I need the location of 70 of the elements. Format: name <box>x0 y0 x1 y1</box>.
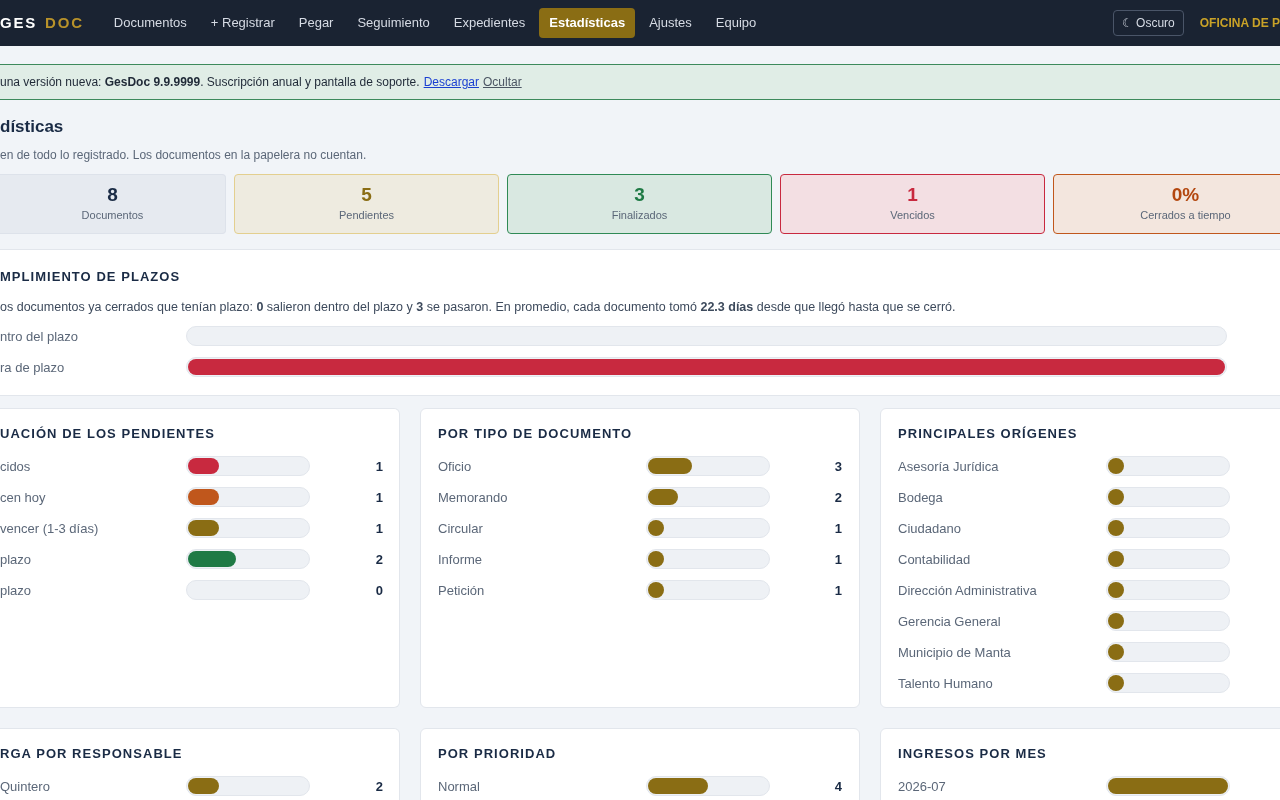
compliance-text: os documentos ya cerrados que tenían plazo: 0 salieron dentro del plazo y 3 se pasaron. En promedio, cada documento tomó 22.3 días desde que llegó hasta que se cerró. <box>0 299 957 316</box>
row-count: 1 <box>375 490 383 506</box>
download-link[interactable]: Descargar <box>423 73 479 91</box>
stat-label: Vencidos <box>890 208 935 224</box>
page-title: dísticas <box>0 116 65 138</box>
row-count: 2 <box>375 552 383 568</box>
row-count: 2 <box>834 490 842 506</box>
row-label: plazo <box>0 581 33 600</box>
row-label: Circular <box>438 519 484 538</box>
card-heading: INGRESOS POR MES <box>898 744 1048 763</box>
card-heading: POR TIPO DE DOCUMENTO <box>438 424 634 443</box>
card-heading: UACIÓN DE LOS PENDIENTES <box>0 424 216 443</box>
row-label: Gerencia General <box>898 612 1002 631</box>
stat-value: 0% <box>1171 183 1200 208</box>
nav-tab[interactable]: Expedientes <box>443 8 536 38</box>
row-count: 1 <box>375 521 383 537</box>
card-heading: POR PRIORIDAD <box>438 744 558 763</box>
row-label: Municipio de Manta <box>898 643 1012 662</box>
row-label: Talento Humano <box>898 674 994 693</box>
row-count: 1 <box>834 583 842 599</box>
row-label: Normal <box>438 777 481 796</box>
stat-label: Pendientes <box>338 208 394 224</box>
nav-tab[interactable]: + Registrar <box>200 8 285 38</box>
row-label: 2026-07 <box>898 777 947 796</box>
row-label: Quintero <box>0 777 51 796</box>
nav-tab[interactable]: Ajustes <box>639 8 702 38</box>
nav-tab[interactable]: Estadísticas <box>539 8 636 38</box>
nav-tab[interactable]: Seguimiento <box>347 8 440 38</box>
row-count: 1 <box>834 521 842 537</box>
office-name: OFICINA DE P <box>1199 15 1280 32</box>
row-label: cen hoy <box>0 488 47 507</box>
card-heading: PRINCIPALES ORÍGENES <box>898 424 1079 443</box>
row-label: plazo <box>0 550 33 569</box>
row-label: Ciudadano <box>898 519 962 538</box>
row-label: Memorando <box>438 488 509 507</box>
nav-tab[interactable]: Pegar <box>288 8 344 38</box>
row-label: Oficio <box>438 457 473 476</box>
row-label: vencer (1-3 días) <box>0 519 100 538</box>
nav-tab[interactable]: Equipo <box>705 8 767 38</box>
row-label: ntro del plazo <box>0 327 80 346</box>
stat-value: 8 <box>107 183 118 208</box>
row-label: Dirección Administrativa <box>898 581 1038 600</box>
hide-link[interactable]: Ocultar <box>483 73 522 91</box>
row-count: 1 <box>375 459 383 475</box>
row-count: 1 <box>834 552 842 568</box>
logo-text: DOC <box>45 12 84 33</box>
row-label: Asesoría Jurídica <box>898 457 1000 476</box>
section-heading: MPLIMIENTO DE PLAZOS <box>0 267 182 286</box>
row-label: Bodega <box>898 488 944 507</box>
theme-button[interactable]: ☾ Oscuro <box>1112 10 1184 36</box>
card-heading: RGA POR RESPONSABLE <box>0 744 184 763</box>
stat-label: Cerrados a tiempo <box>1140 208 1231 224</box>
logo-text: GES <box>0 12 38 33</box>
row-count: 3 <box>834 459 842 475</box>
row-count: 0 <box>375 583 383 599</box>
row-label: ra de plazo <box>0 358 66 377</box>
stat-label: Documentos <box>81 208 144 224</box>
nav-tab[interactable]: Documentos <box>103 8 197 38</box>
row-count: 4 <box>834 779 842 795</box>
row-label: cidos <box>0 457 32 476</box>
row-label: Informe <box>438 550 484 569</box>
stat-value: 3 <box>634 183 645 208</box>
stat-value: 5 <box>361 183 372 208</box>
page-subtitle: en de todo lo registrado. Los documentos en la papelera no cuentan. <box>0 146 368 164</box>
stat-label: Finalizados <box>611 208 668 224</box>
row-label: Petición <box>438 581 486 600</box>
stat-value: 1 <box>907 183 918 208</box>
row-count: 2 <box>375 779 383 795</box>
row-label: Contabilidad <box>898 550 972 569</box>
banner-text: una versión nueva: GesDoc 9.9.9999. Suscripción anual y pantalla de soporte. <box>0 74 420 91</box>
